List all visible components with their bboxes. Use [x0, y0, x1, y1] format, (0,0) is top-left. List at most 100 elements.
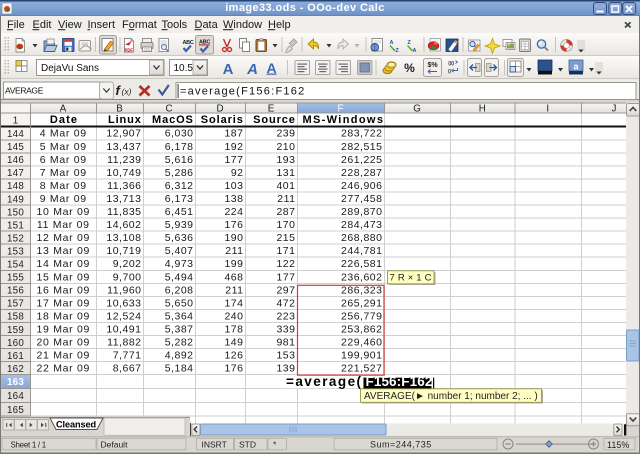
- svg-text:5,364: 5,364: [165, 310, 194, 322]
- svg-text:5,939: 5,939: [165, 219, 194, 231]
- svg-text:236,602: 236,602: [341, 271, 382, 283]
- svg-text:Default: Default: [101, 439, 129, 449]
- svg-text:277,458: 277,458: [341, 193, 382, 205]
- svg-text:4,892: 4,892: [165, 350, 194, 362]
- svg-text:161: 161: [7, 351, 24, 362]
- svg-text:=average(F156:F162: =average(F156:F162: [180, 86, 306, 98]
- svg-text:11,835: 11,835: [107, 206, 141, 218]
- svg-text:211: 211: [225, 284, 243, 296]
- svg-text:131: 131: [276, 167, 295, 179]
- svg-text:9,700: 9,700: [113, 271, 142, 283]
- svg-text:149: 149: [224, 337, 243, 349]
- svg-text:5,286: 5,286: [165, 167, 194, 179]
- svg-text:147: 147: [7, 168, 24, 179]
- svg-text:G: G: [413, 103, 421, 114]
- svg-text:5,650: 5,650: [165, 297, 194, 309]
- svg-text:Solaris: Solaris: [201, 114, 244, 126]
- svg-text:PDF: PDF: [125, 48, 134, 53]
- svg-text:11,882: 11,882: [107, 337, 141, 349]
- svg-text:19 Mar 09: 19 Mar 09: [37, 323, 91, 335]
- svg-text:10,749: 10,749: [106, 167, 141, 179]
- svg-text:178: 178: [224, 323, 243, 335]
- svg-text:163: 163: [7, 377, 24, 388]
- svg-text:157: 157: [7, 299, 24, 310]
- svg-text:J: J: [612, 103, 617, 114]
- svg-text:297: 297: [276, 284, 295, 296]
- svg-text:13,108: 13,108: [106, 232, 141, 244]
- svg-text:11,366: 11,366: [107, 180, 141, 192]
- svg-text:138: 138: [224, 193, 243, 205]
- svg-text:115%: 115%: [607, 440, 629, 450]
- svg-text:13,713: 13,713: [106, 193, 141, 205]
- svg-text:10,491: 10,491: [106, 323, 141, 335]
- svg-text:7 R × 1 C: 7 R × 1 C: [390, 273, 432, 284]
- svg-text:6,208: 6,208: [165, 284, 194, 296]
- svg-text:14 Mar 09: 14 Mar 09: [37, 258, 91, 270]
- svg-text:MS-Windows: MS-Windows: [302, 114, 384, 126]
- svg-text:=average(: =average(: [286, 374, 362, 389]
- svg-text:160: 160: [7, 338, 24, 349]
- svg-text:1: 1: [13, 115, 18, 126]
- svg-text:103: 103: [224, 180, 243, 192]
- svg-text:165: 165: [7, 405, 24, 416]
- svg-text:286,323: 286,323: [341, 284, 382, 296]
- svg-text:6,178: 6,178: [165, 141, 194, 153]
- svg-text:150: 150: [7, 207, 24, 218]
- svg-text:149: 149: [7, 194, 24, 205]
- svg-text:158: 158: [7, 312, 24, 323]
- svg-text:139: 139: [276, 363, 295, 375]
- svg-text:162: 162: [7, 364, 24, 375]
- svg-text:Cleansed: Cleansed: [56, 420, 96, 430]
- svg-text:170: 170: [276, 219, 295, 231]
- svg-text:10,719: 10,719: [106, 245, 141, 257]
- svg-text:6,451: 6,451: [165, 206, 194, 218]
- svg-text:253,862: 253,862: [341, 323, 382, 335]
- svg-text:176: 176: [224, 363, 243, 375]
- svg-text:177: 177: [224, 154, 243, 166]
- svg-text:192: 192: [224, 141, 243, 153]
- svg-text:Source: Source: [253, 114, 296, 126]
- svg-text:A: A: [413, 48, 417, 54]
- svg-text:240: 240: [224, 310, 243, 322]
- svg-text:14,602: 14,602: [106, 219, 141, 231]
- svg-text:(x): (x): [122, 87, 132, 97]
- svg-text:5,636: 5,636: [165, 232, 194, 244]
- svg-text:8 Mar 09: 8 Mar 09: [40, 180, 87, 192]
- svg-text:153: 153: [7, 246, 24, 257]
- svg-text:144: 144: [7, 129, 24, 140]
- svg-text:H: H: [479, 103, 486, 114]
- svg-text:Sheet 1 / 1: Sheet 1 / 1: [11, 440, 47, 449]
- svg-text:221,527: 221,527: [341, 363, 382, 375]
- svg-text:284,473: 284,473: [341, 219, 382, 231]
- svg-text:12,907: 12,907: [106, 128, 141, 140]
- svg-text:153: 153: [276, 350, 295, 362]
- svg-text:B: B: [116, 103, 123, 114]
- svg-text:11,960: 11,960: [107, 284, 141, 296]
- svg-text:174: 174: [224, 297, 243, 309]
- svg-text:177: 177: [276, 271, 295, 283]
- svg-text:122: 122: [276, 258, 295, 270]
- svg-text:5,616: 5,616: [165, 154, 194, 166]
- svg-text:6,030: 6,030: [165, 128, 194, 140]
- svg-text:4 Mar 09: 4 Mar 09: [40, 128, 87, 140]
- svg-text:92: 92: [231, 167, 244, 179]
- svg-text:12,524: 12,524: [106, 310, 141, 322]
- svg-text:E: E: [268, 103, 275, 114]
- svg-text:7 Mar 09: 7 Mar 09: [40, 167, 87, 179]
- svg-text:16 Mar 09: 16 Mar 09: [37, 284, 91, 296]
- svg-text:283,722: 283,722: [341, 128, 382, 140]
- svg-text:199,901: 199,901: [341, 350, 382, 362]
- svg-text:A: A: [390, 40, 394, 46]
- svg-text:20 Mar 09: 20 Mar 09: [37, 337, 91, 349]
- svg-text:239: 239: [276, 128, 295, 140]
- svg-text:6 Mar 09: 6 Mar 09: [40, 154, 87, 166]
- svg-text:152: 152: [7, 233, 24, 244]
- svg-text:5,184: 5,184: [165, 363, 194, 375]
- svg-text:401: 401: [276, 180, 295, 192]
- svg-text:F: F: [338, 103, 344, 114]
- svg-text:261,225: 261,225: [341, 154, 382, 166]
- svg-text:5,282: 5,282: [165, 337, 194, 349]
- svg-text:126: 126: [224, 350, 243, 362]
- svg-text:A: A: [60, 103, 67, 114]
- svg-text:171: 171: [276, 245, 295, 257]
